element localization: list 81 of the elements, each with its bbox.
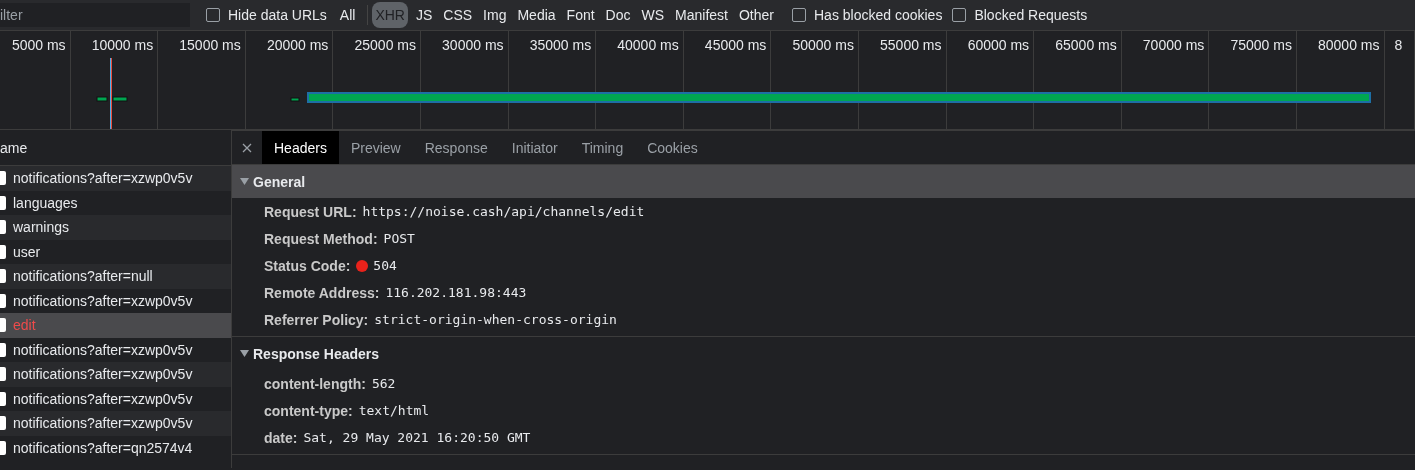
request-row[interactable]: notifications?after=qn2574v4 bbox=[0, 435, 231, 460]
details-tab[interactable]: Cookies bbox=[635, 131, 710, 164]
request-row[interactable]: notifications?after=xzwp0v5v bbox=[0, 386, 231, 411]
request-row[interactable]: notifications?after=xzwp0v5v bbox=[0, 337, 231, 362]
type-filter[interactable]: Img bbox=[480, 2, 510, 28]
column-header[interactable]: ame bbox=[0, 139, 28, 156]
time-tick-label: 35000 ms bbox=[529, 37, 592, 53]
details-tab[interactable]: Headers bbox=[262, 131, 339, 164]
request-row[interactable]: notifications?after=null bbox=[0, 264, 231, 289]
request-name: notifications?after=xzwp0v5v bbox=[13, 390, 193, 407]
details-tab[interactable]: Timing bbox=[569, 131, 636, 164]
request-row[interactable]: languages bbox=[0, 190, 231, 215]
header-value: 562 bbox=[371, 376, 396, 391]
header-name: content-length: bbox=[264, 375, 366, 392]
section-header[interactable]: Response Headers bbox=[232, 337, 1415, 370]
details-tab[interactable]: Preview bbox=[338, 131, 413, 164]
filter-field[interactable]: ilter bbox=[0, 3, 190, 27]
time-tick-label: 30000 ms bbox=[442, 37, 504, 53]
request-name: user bbox=[13, 243, 41, 260]
type-filter[interactable]: Media bbox=[514, 2, 559, 28]
header-value: Sat, 29 May 2021 16:20:50 GMT bbox=[303, 430, 531, 445]
time-tick-label: 15000 ms bbox=[179, 37, 241, 53]
header-value: strict-origin-when-cross-origin bbox=[374, 312, 617, 327]
request-row[interactable]: notifications?after=xzwp0v5v bbox=[0, 411, 231, 436]
time-tick-label: 10000 ms bbox=[91, 37, 154, 53]
type-filter[interactable]: CSS bbox=[440, 2, 476, 28]
time-tick-label: 25000 ms bbox=[354, 37, 416, 53]
header-value: text/html bbox=[358, 403, 430, 418]
time-tick-label: 40000 ms bbox=[617, 37, 679, 53]
type-filter[interactable]: All bbox=[336, 2, 359, 28]
type-filter[interactable]: Font bbox=[563, 2, 598, 28]
request-row[interactable]: user bbox=[0, 239, 231, 264]
time-tick-label: 80000 ms bbox=[1318, 37, 1380, 53]
request-name: notifications?after=xzwp0v5v bbox=[13, 292, 193, 309]
header-value: 504 bbox=[373, 258, 397, 273]
type-filter[interactable]: Doc bbox=[602, 2, 634, 28]
request-name: languages bbox=[13, 194, 78, 211]
request-name: notifications?after=xzwp0v5v bbox=[13, 170, 193, 187]
request-row[interactable]: notifications?after=xzwp0v5v bbox=[0, 362, 231, 387]
request-row[interactable]: notifications?after=xzwp0v5v bbox=[0, 166, 231, 191]
details-tab[interactable]: Initiator bbox=[499, 131, 570, 164]
header-name: Status Code: bbox=[264, 257, 351, 274]
header-name: Remote Address: bbox=[264, 284, 380, 301]
request-name: notifications?after=xzwp0v5v bbox=[13, 341, 193, 358]
request-row[interactable]: notifications?after=xzwp0v5v bbox=[0, 288, 231, 313]
header-value: https://noise.cash/api/channels/edit bbox=[362, 204, 645, 219]
header-value: 116.202.181.98:443 bbox=[385, 285, 527, 300]
section-title: General bbox=[253, 173, 306, 190]
details-tab[interactable]: Response bbox=[412, 131, 500, 164]
header-name: Request URL: bbox=[264, 203, 357, 220]
time-tick-label: 5000 ms bbox=[11, 37, 66, 53]
type-filter[interactable]: Other bbox=[736, 2, 777, 28]
request-name: notifications?after=xzwp0v5v bbox=[13, 415, 193, 432]
request-name: warnings bbox=[13, 219, 70, 236]
time-tick-label: 70000 ms bbox=[1142, 37, 1205, 53]
section-header[interactable]: General bbox=[232, 165, 1415, 198]
time-tick-label: 55000 ms bbox=[880, 37, 942, 53]
time-tick-label: 50000 ms bbox=[792, 37, 854, 53]
header-name: Request Method: bbox=[264, 230, 378, 247]
header-name: Referrer Policy: bbox=[264, 311, 369, 328]
request-row[interactable]: warnings bbox=[0, 215, 231, 240]
option-label: Has blocked cookies bbox=[814, 7, 943, 23]
request-name: notifications?after=qn2574v4 bbox=[13, 439, 193, 456]
time-tick-label: 65000 ms bbox=[1055, 37, 1117, 53]
type-filter[interactable]: WS bbox=[638, 2, 668, 28]
request-name: notifications?after=null bbox=[13, 268, 153, 285]
header-value: POST bbox=[383, 231, 415, 246]
time-tick-label: 45000 ms bbox=[704, 37, 767, 53]
request-name: edit bbox=[13, 317, 36, 334]
time-tick-label: 20000 ms bbox=[266, 37, 329, 53]
request-name: notifications?after=xzwp0v5v bbox=[13, 366, 193, 383]
time-tick-label: 75000 ms bbox=[1230, 37, 1292, 53]
hide-data-urls-label: Hide data URLs bbox=[228, 7, 327, 23]
type-filter[interactable]: Manifest bbox=[672, 2, 731, 28]
time-tick-label: 60000 ms bbox=[967, 37, 1030, 53]
type-filter[interactable]: JS bbox=[412, 2, 436, 28]
header-name: content-type: bbox=[264, 402, 353, 419]
option-label: Blocked Requests bbox=[974, 7, 1088, 23]
time-tick-label: 8 bbox=[1394, 37, 1403, 53]
section-title: Response Headers bbox=[253, 345, 380, 362]
header-name: date: bbox=[264, 429, 298, 446]
